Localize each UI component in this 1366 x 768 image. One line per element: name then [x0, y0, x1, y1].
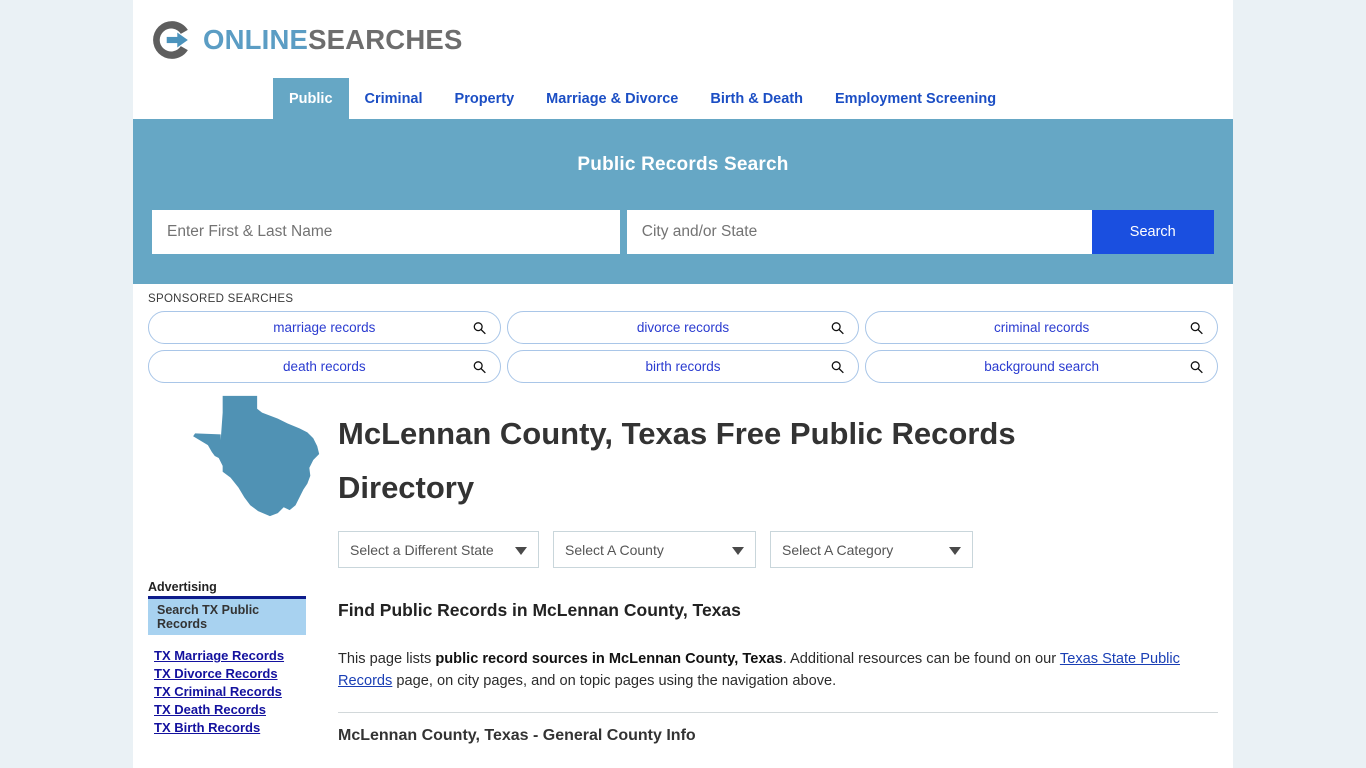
pill-label: criminal records: [994, 320, 1090, 335]
site-header: ONLINESEARCHES: [133, 0, 1233, 78]
pill-label: marriage records: [273, 320, 376, 335]
find-records-paragraph: This page lists public record sources in…: [338, 648, 1218, 692]
select-state-label: Select a Different State: [350, 541, 494, 558]
search-icon: [473, 360, 486, 373]
search-form: Search: [152, 210, 1214, 254]
select-category-dropdown[interactable]: Select A Category: [770, 531, 973, 568]
search-icon: [473, 321, 486, 334]
texas-state-outline-icon: [193, 395, 320, 517]
find-records-heading: Find Public Records in McLennan County, …: [338, 600, 741, 620]
search-icon: [831, 360, 845, 373]
nav-tab-criminal[interactable]: Criminal: [349, 78, 439, 119]
search-tx-public-records-box[interactable]: Search TX Public Records: [148, 599, 306, 635]
city-state-search-input[interactable]: [626, 210, 1092, 254]
chevron-down-icon: [732, 546, 744, 555]
search-button[interactable]: Search: [1091, 210, 1214, 254]
logo-text-searches: SEARCHES: [308, 24, 463, 56]
advertising-sidebar: Advertising Search TX Public Records TX …: [148, 580, 306, 737]
paragraph-part-3: page, on city pages, and on topic pages …: [392, 673, 837, 689]
filter-selectors: Select a Different State Select A County…: [133, 515, 1233, 568]
sponsored-searches-section: SPONSORED SEARCHES marriage records divo…: [133, 284, 1233, 383]
select-county-dropdown[interactable]: Select A County: [553, 531, 756, 568]
pill-label: divorce records: [636, 320, 730, 335]
logo-wordmark: ONLINESEARCHES: [203, 26, 463, 54]
paragraph-part-1: This page lists: [338, 651, 436, 667]
general-county-info-heading: McLennan County, Texas - General County …: [338, 727, 696, 744]
section-divider: [338, 712, 1218, 713]
nav-tab-birth-death[interactable]: Birth & Death: [694, 78, 819, 119]
main-navigation: Public Criminal Property Marriage & Divo…: [133, 78, 1233, 121]
select-state-dropdown[interactable]: Select a Different State: [338, 531, 539, 568]
circle-arrow-logo-icon: [153, 21, 188, 59]
search-banner-title: Public Records Search: [577, 154, 789, 175]
nav-tab-public[interactable]: Public: [273, 78, 349, 119]
sponsored-pill-divorce-records[interactable]: divorce records: [506, 311, 860, 344]
chevron-down-icon: [515, 546, 527, 555]
sponsored-pill-birth-records[interactable]: birth records: [506, 350, 860, 383]
sponsored-searches-grid: marriage records divorce records crimina…: [148, 311, 1218, 383]
sidebar-link-tx-marriage-records[interactable]: TX Marriage Records: [148, 647, 306, 665]
site-logo[interactable]: ONLINESEARCHES: [150, 18, 1233, 62]
logo-text-online: ONLINE: [203, 24, 309, 56]
nav-tab-marriage-divorce[interactable]: Marriage & Divorce: [530, 78, 694, 119]
sidebar-links: TX Marriage Records TX Divorce Records T…: [148, 647, 306, 737]
paragraph-bold-source: public record sources in McLennan County…: [435, 651, 783, 667]
pill-label: background search: [984, 359, 1100, 374]
select-category-label: Select A Category: [782, 541, 894, 558]
name-search-input[interactable]: [152, 210, 620, 254]
sidebar-link-tx-birth-records[interactable]: TX Birth Records: [148, 719, 306, 737]
search-icon: [831, 321, 845, 334]
nav-tab-employment-screening[interactable]: Employment Screening: [819, 78, 1012, 119]
pill-label: death records: [283, 359, 366, 374]
sidebar-link-tx-criminal-records[interactable]: TX Criminal Records: [148, 683, 306, 701]
select-county-label: Select A County: [565, 541, 664, 558]
nav-tab-property[interactable]: Property: [439, 78, 531, 119]
sponsored-pill-marriage-records[interactable]: marriage records: [148, 311, 501, 344]
main-body: McLennan County, Texas Free Public Recor…: [133, 383, 1233, 745]
pill-label: birth records: [645, 359, 721, 374]
page-root: ONLINESEARCHES Public Criminal Property …: [0, 0, 1366, 768]
sponsored-pill-background-search[interactable]: background search: [865, 350, 1218, 383]
site-content: ONLINESEARCHES Public Criminal Property …: [133, 0, 1233, 768]
chevron-down-icon: [949, 546, 961, 555]
search-icon: [1190, 360, 1203, 373]
sponsored-searches-label: SPONSORED SEARCHES: [148, 293, 294, 305]
sidebar-link-tx-death-records[interactable]: TX Death Records: [148, 701, 306, 719]
search-icon: [1190, 321, 1203, 334]
public-records-search-banner: Public Records Search Search: [133, 121, 1233, 284]
advertising-label: Advertising: [148, 580, 217, 594]
sponsored-pill-death-records[interactable]: death records: [148, 350, 501, 383]
sidebar-link-tx-divorce-records[interactable]: TX Divorce Records: [148, 665, 306, 683]
sponsored-pill-criminal-records[interactable]: criminal records: [865, 311, 1218, 344]
paragraph-part-2: . Additional resources can be found on o…: [782, 651, 1060, 667]
